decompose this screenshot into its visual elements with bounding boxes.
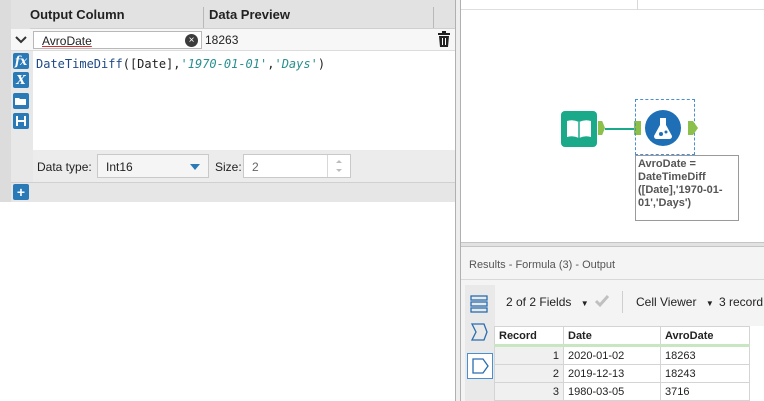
record-cell: 2 <box>494 364 564 383</box>
size-stepper[interactable]: 2 <box>243 154 351 178</box>
record-cell: 3 <box>494 382 564 401</box>
formula-config-panel: Output Column Data Preview AvroDate × 18… <box>0 0 455 401</box>
tool-annotation: AvroDate = DateTimeDiff ([Date],'1970-01… <box>635 155 739 221</box>
cell-viewer-label: Cell Viewer <box>636 295 697 309</box>
expr-close: ) <box>317 57 326 71</box>
open-folder-icon[interactable] <box>13 93 29 109</box>
connection-line <box>605 128 634 130</box>
column-header[interactable]: Record <box>494 326 564 347</box>
canvas-divider <box>637 0 638 10</box>
toolbar-divider <box>622 291 623 313</box>
record-count: 3 record <box>719 295 764 309</box>
canvas-top-strip <box>461 0 764 10</box>
formula-output-anchor[interactable] <box>688 121 698 135</box>
date-cell: 2019-12-13 <box>563 364 661 383</box>
delete-icon[interactable] <box>437 31 451 47</box>
expr-function: DateTimeDiff <box>36 57 123 71</box>
fields-selector[interactable]: 2 of 2 Fields ▼ <box>506 295 589 309</box>
output-column-header: Output Column <box>30 7 125 22</box>
size-label: Size: <box>215 160 242 174</box>
caret-down-icon: ▼ <box>705 299 714 308</box>
output-column-input[interactable]: AvroDate × <box>33 31 202 49</box>
expr-comma: , <box>173 57 181 71</box>
avro-date-cell: 18263 <box>660 345 750 365</box>
clear-icon[interactable]: × <box>185 34 198 47</box>
expr-string-arg: 'Days' <box>274 57 318 71</box>
results-panel: Results - Formula (3) - Output 2 of 2 Fi… <box>461 247 764 401</box>
dropdown-arrow-icon <box>190 164 200 170</box>
results-divider <box>461 279 764 280</box>
stepper-arrows-icon[interactable] <box>328 155 350 177</box>
formula-tool[interactable] <box>645 110 681 146</box>
results-table: Record Date AvroDate 1 2020-01-02 18263 … <box>494 326 764 401</box>
expr-field: [Date] <box>129 57 174 71</box>
data-type-value: Int16 <box>106 160 133 174</box>
corner-cell <box>11 0 30 29</box>
data-preview-header: Data Preview <box>209 7 290 22</box>
date-cell: 1980-03-05 <box>563 382 661 401</box>
tag-view-icon[interactable] <box>467 353 493 379</box>
avro-date-cell: 3716 <box>660 382 750 401</box>
column-header[interactable]: AvroDate <box>660 326 750 347</box>
data-type-label: Data type: <box>37 160 92 174</box>
workflow-canvas[interactable]: AvroDate = DateTimeDiff ([Date],'1970-01… <box>461 0 764 242</box>
collapse-toggle[interactable] <box>12 31 30 49</box>
flask-icon <box>654 118 672 139</box>
table-row[interactable]: 1 2020-01-02 18263 <box>494 345 750 365</box>
output-column-value: AvroDate <box>42 34 92 48</box>
table-row[interactable]: 3 1980-03-05 3716 <box>494 382 750 401</box>
data-preview-value: 18263 <box>205 33 239 47</box>
fields-selector-label: 2 of 2 Fields <box>506 295 572 309</box>
variable-icon[interactable]: X <box>13 72 29 88</box>
data-type-select[interactable]: Int16 <box>97 154 209 178</box>
avro-date-cell: 18243 <box>660 364 750 383</box>
table-row[interactable]: 2 2019-12-13 18243 <box>494 364 750 383</box>
header-divider <box>433 7 434 28</box>
check-icon[interactable] <box>594 293 610 309</box>
add-formula-button[interactable]: + <box>13 184 29 200</box>
date-cell: 2020-01-02 <box>563 345 661 365</box>
table-view-icon[interactable] <box>470 295 488 313</box>
input-data-tool[interactable] <box>561 111 597 147</box>
chevron-down-icon <box>15 36 27 44</box>
expr-open: ( <box>122 57 130 71</box>
sigma-icon[interactable] <box>470 323 488 341</box>
header-divider <box>203 7 204 28</box>
results-title: Results - Formula (3) - Output <box>469 259 616 271</box>
expr-string-arg: '1970-01-01' <box>180 57 268 71</box>
record-cell: 1 <box>494 345 564 365</box>
expression-editor[interactable]: DateTimeDiff([Date],'1970-01-01','Days') <box>36 57 446 73</box>
column-header[interactable]: Date <box>563 326 661 347</box>
fx-icon[interactable]: fx <box>13 53 29 69</box>
add-row-strip <box>11 182 455 202</box>
book-icon <box>567 120 591 138</box>
cell-viewer-selector[interactable]: Cell Viewer ▼ <box>636 295 714 309</box>
gutter-blank <box>0 202 11 401</box>
output-anchor[interactable] <box>598 121 605 135</box>
size-value: 2 <box>252 160 259 174</box>
caret-down-icon: ▼ <box>580 299 589 308</box>
save-icon[interactable] <box>13 113 29 129</box>
